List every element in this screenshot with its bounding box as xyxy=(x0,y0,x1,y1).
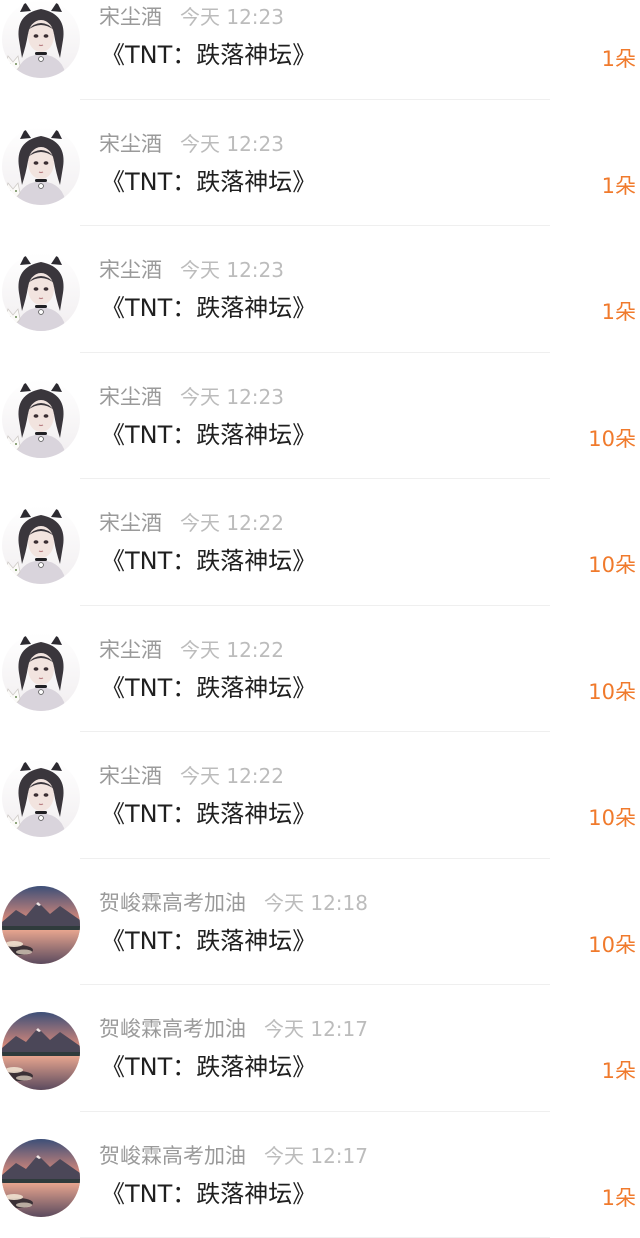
gift-title: 《TNT：跌落神坛》 xyxy=(101,670,316,706)
sender-name[interactable]: 宋尘酒 xyxy=(99,132,162,156)
gift-record-row[interactable]: 贺峻霖高考加油今天 12:18 《TNT：跌落神坛》 10朵 xyxy=(0,859,640,986)
gift-record-row[interactable]: 贺峻霖高考加油今天 12:17 《TNT：跌落神坛》 1朵 xyxy=(0,985,640,1112)
gift-quantity: 10朵 xyxy=(588,676,636,708)
timestamp: 今天 12:23 xyxy=(180,258,284,282)
gift-quantity: 10朵 xyxy=(588,549,636,581)
timestamp: 今天 12:23 xyxy=(180,132,284,156)
sender-name[interactable]: 贺峻霖高考加油 xyxy=(99,891,246,915)
anime-girl-avatar[interactable] xyxy=(2,759,80,837)
timestamp: 今天 12:23 xyxy=(180,5,284,29)
timestamp: 今天 12:17 xyxy=(264,1144,368,1168)
sender-name[interactable]: 宋尘酒 xyxy=(99,385,162,409)
sender-name[interactable]: 宋尘酒 xyxy=(99,258,162,282)
sender-info: 贺峻霖高考加油今天 12:17 xyxy=(99,1141,368,1171)
sender-name[interactable]: 宋尘酒 xyxy=(99,638,162,662)
gift-record-row[interactable]: 宋尘酒今天 12:23 《TNT：跌落神坛》 10朵 xyxy=(0,353,640,480)
mountain-lake-avatar[interactable] xyxy=(2,886,80,964)
gift-quantity: 10朵 xyxy=(588,423,636,455)
anime-girl-avatar[interactable] xyxy=(2,633,80,711)
gift-title: 《TNT：跌落神坛》 xyxy=(101,1176,316,1212)
gift-title: 《TNT：跌落神坛》 xyxy=(101,796,316,832)
gift-record-list: 宋尘酒今天 12:23《TNT：跌落神坛》1朵 宋尘酒今天 12:23《TNT：… xyxy=(0,0,640,1238)
sender-name[interactable]: 贺峻霖高考加油 xyxy=(99,1144,246,1168)
gift-record-row[interactable]: 宋尘酒今天 12:23 《TNT：跌落神坛》 1朵 xyxy=(0,0,640,100)
mountain-lake-avatar[interactable] xyxy=(2,1139,80,1217)
gift-quantity: 1朵 xyxy=(602,1055,636,1087)
sender-info: 贺峻霖高考加油今天 12:18 xyxy=(99,888,368,918)
timestamp: 今天 12:22 xyxy=(180,764,284,788)
timestamp: 今天 12:22 xyxy=(180,511,284,535)
gift-quantity: 10朵 xyxy=(588,802,636,834)
gift-record-row[interactable]: 宋尘酒今天 12:22 《TNT：跌落神坛》 10朵 xyxy=(0,732,640,859)
sender-info: 贺峻霖高考加油今天 12:17 xyxy=(99,1014,368,1044)
sender-info: 宋尘酒今天 12:23 xyxy=(99,255,284,285)
gift-title: 《TNT：跌落神坛》 xyxy=(101,543,316,579)
sender-name[interactable]: 贺峻霖高考加油 xyxy=(99,1017,246,1041)
anime-girl-avatar[interactable] xyxy=(2,127,80,205)
gift-record-row[interactable]: 宋尘酒今天 12:22 《TNT：跌落神坛》 10朵 xyxy=(0,479,640,606)
anime-girl-avatar[interactable] xyxy=(2,506,80,584)
timestamp: 今天 12:23 xyxy=(180,385,284,409)
sender-name[interactable]: 宋尘酒 xyxy=(99,511,162,535)
sender-info: 宋尘酒今天 12:23 xyxy=(99,2,284,32)
sender-info: 宋尘酒今天 12:22 xyxy=(99,761,284,791)
gift-record-row[interactable]: 宋尘酒今天 12:23 《TNT：跌落神坛》 1朵 xyxy=(0,226,640,353)
gift-title: 《TNT：跌落神坛》 xyxy=(101,37,316,73)
anime-girl-avatar[interactable] xyxy=(2,253,80,331)
sender-info: 宋尘酒今天 12:23 xyxy=(99,382,284,412)
gift-record-row[interactable]: 宋尘酒今天 12:23 《TNT：跌落神坛》 1朵 xyxy=(0,100,640,227)
gift-record-row[interactable]: 宋尘酒今天 12:22 《TNT：跌落神坛》 10朵 xyxy=(0,606,640,733)
timestamp: 今天 12:17 xyxy=(264,1017,368,1041)
sender-info: 宋尘酒今天 12:22 xyxy=(99,635,284,665)
gift-quantity: 1朵 xyxy=(602,1182,636,1214)
gift-title: 《TNT：跌落神坛》 xyxy=(101,290,316,326)
anime-girl-avatar[interactable] xyxy=(2,0,80,78)
timestamp: 今天 12:22 xyxy=(180,638,284,662)
gift-quantity: 1朵 xyxy=(602,296,636,328)
sender-info: 宋尘酒今天 12:22 xyxy=(99,508,284,538)
gift-title: 《TNT：跌落神坛》 xyxy=(101,164,316,200)
gift-quantity: 1朵 xyxy=(602,170,636,202)
sender-name[interactable]: 宋尘酒 xyxy=(99,764,162,788)
gift-title: 《TNT：跌落神坛》 xyxy=(101,1049,316,1085)
sender-info: 宋尘酒今天 12:23 xyxy=(99,129,284,159)
gift-title: 《TNT：跌落神坛》 xyxy=(101,923,316,959)
mountain-lake-avatar[interactable] xyxy=(2,1012,80,1090)
gift-record-row[interactable]: 贺峻霖高考加油今天 12:17 《TNT：跌落神坛》 1朵 xyxy=(0,1112,640,1238)
anime-girl-avatar[interactable] xyxy=(2,380,80,458)
sender-name[interactable]: 宋尘酒 xyxy=(99,5,162,29)
gift-quantity: 1朵 xyxy=(602,43,636,75)
gift-quantity: 10朵 xyxy=(588,929,636,961)
timestamp: 今天 12:18 xyxy=(264,891,368,915)
gift-title: 《TNT：跌落神坛》 xyxy=(101,417,316,453)
